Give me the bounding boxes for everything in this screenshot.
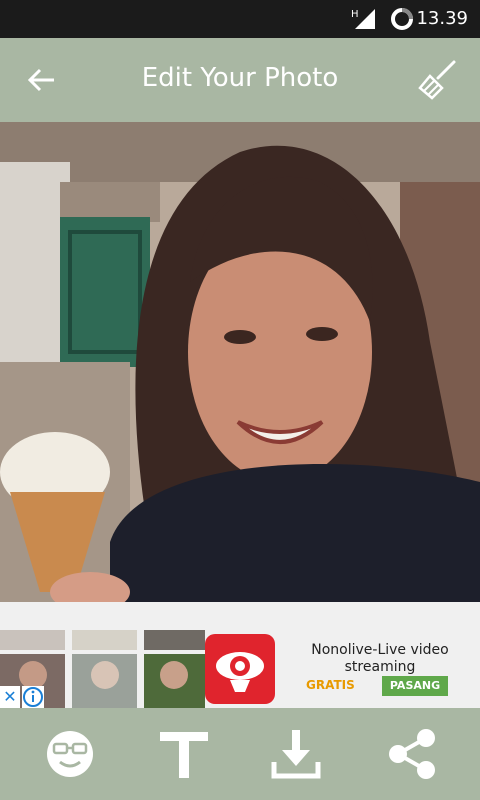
app-bar: Edit Your Photo <box>0 38 480 122</box>
status-time: 13.39 <box>416 8 468 29</box>
ad-price-label: GRATIS <box>306 678 355 692</box>
share-icon[interactable] <box>386 728 438 780</box>
ad-close-icon[interactable]: ✕ <box>0 686 20 708</box>
battery-ring-icon <box>391 8 413 30</box>
ad-app-name: Nonolive-Live video streaming <box>311 642 449 675</box>
broom-icon[interactable] <box>416 58 460 102</box>
text-icon[interactable] <box>158 728 210 780</box>
ad-info-icon[interactable] <box>22 686 44 708</box>
sticker-face-icon[interactable] <box>44 728 96 780</box>
ad-banner[interactable]: Nonolive-Live video streaming GRATIS PAS… <box>0 602 480 708</box>
eye-logo-icon <box>216 652 264 692</box>
page-title: Edit Your Photo <box>141 63 339 93</box>
photo-canvas <box>0 122 480 602</box>
signal-icon: H <box>351 9 375 29</box>
download-icon[interactable] <box>270 728 322 780</box>
edit-photo[interactable] <box>0 122 480 602</box>
svg-text:H: H <box>351 9 359 20</box>
ad-app-icon[interactable] <box>205 634 275 704</box>
ad-install-button[interactable]: PASANG <box>382 676 448 696</box>
status-bar: H 13.39 <box>0 0 480 38</box>
bottom-toolbar <box>0 708 480 800</box>
